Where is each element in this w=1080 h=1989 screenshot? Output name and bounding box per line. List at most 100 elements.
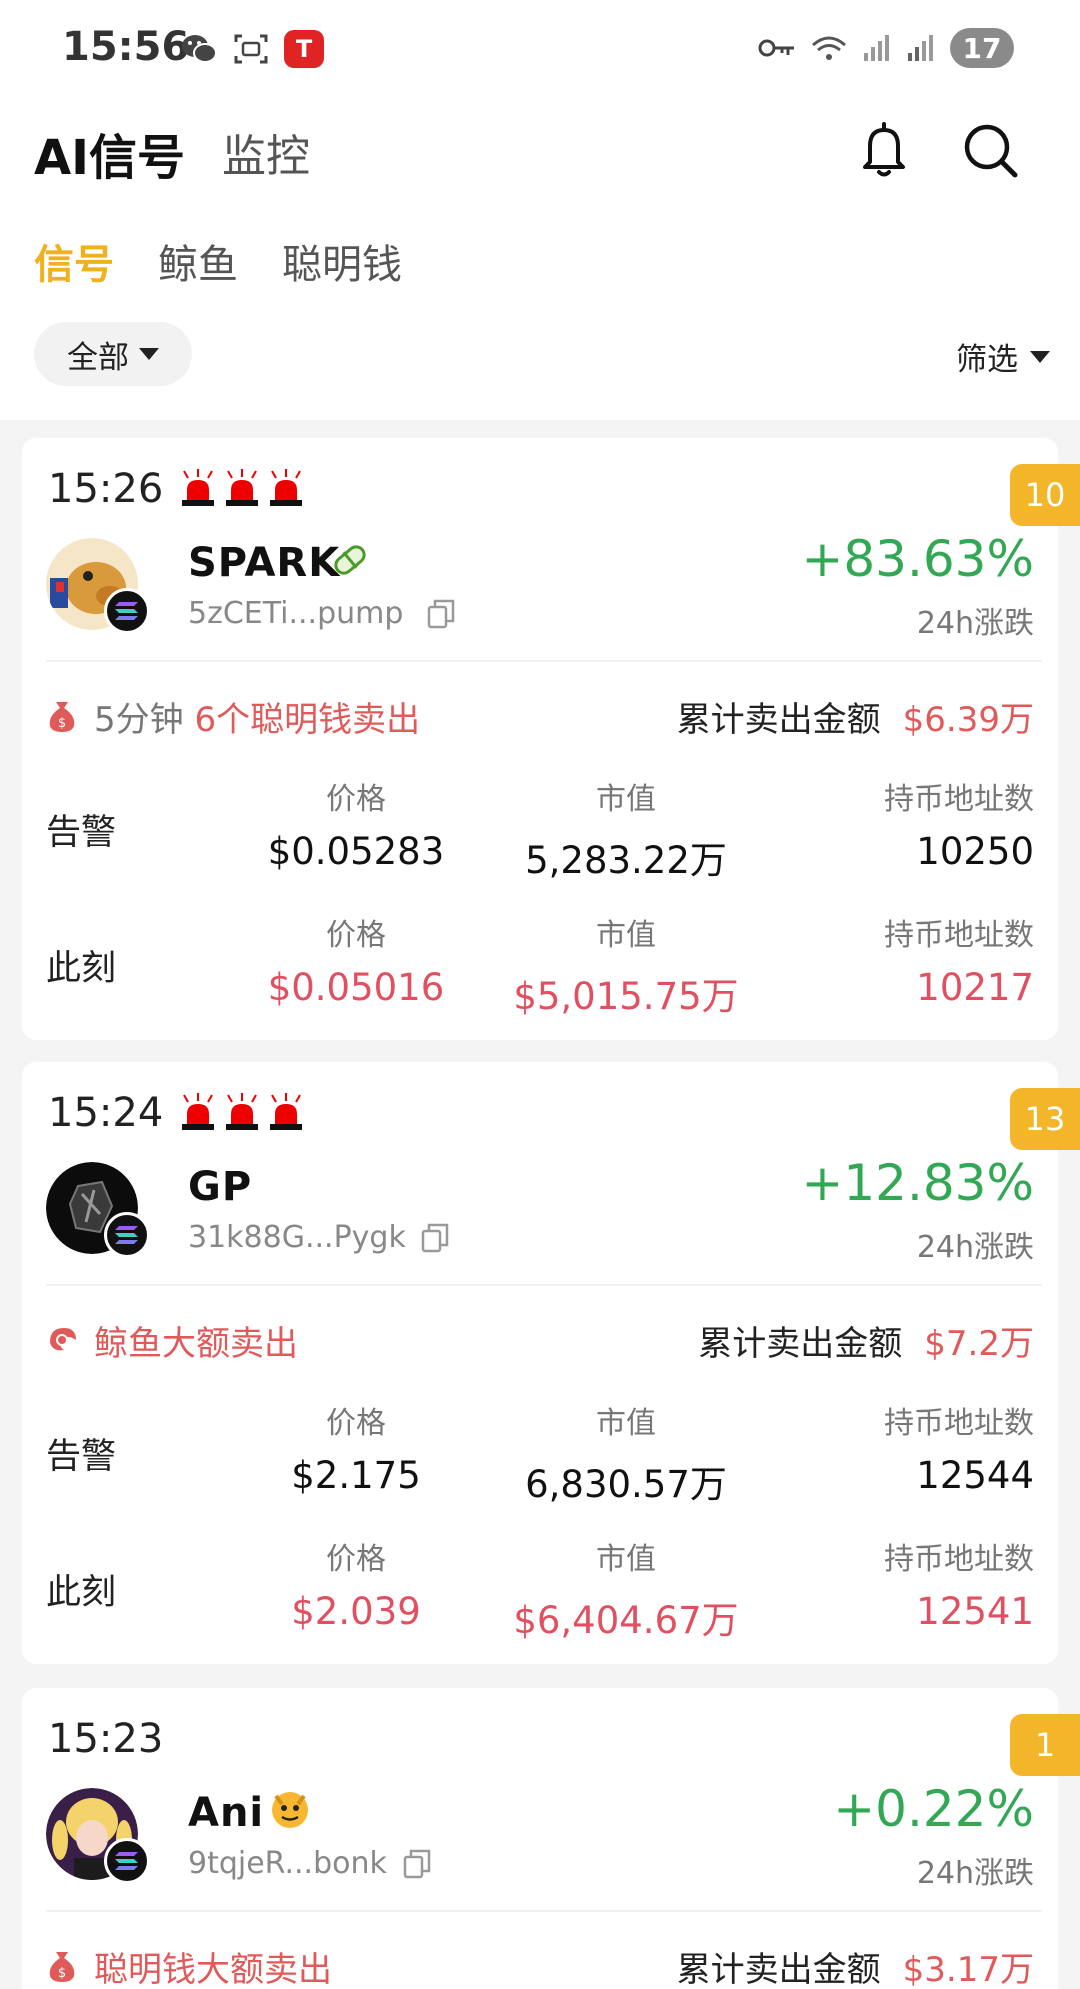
signal-time: 15:24	[48, 1090, 164, 1136]
now-mcap: 市值 $5,015.75万	[476, 910, 776, 1020]
caret-down-icon	[1030, 350, 1050, 363]
bell-icon[interactable]	[856, 120, 912, 180]
row-label-now: 此刻	[46, 949, 117, 989]
event-text: 鲸鱼大额卖出	[94, 1316, 298, 1365]
divider	[46, 1284, 1042, 1286]
alert-level	[178, 1092, 306, 1132]
change-label: 24h涨跌	[916, 1230, 1034, 1265]
svg-text:$: $	[58, 1966, 66, 1981]
svg-text:$: $	[58, 716, 66, 731]
now-holders: 持币地址数 10217	[884, 910, 1034, 1009]
holders-label: 持币地址数	[884, 782, 1034, 817]
copy-icon[interactable]	[426, 598, 456, 630]
signal-roaming-icon	[908, 35, 933, 61]
cumulative-sell-value: $7.2万	[924, 1324, 1034, 1364]
monitor-tab[interactable]: 监控	[222, 120, 310, 184]
cumulative-sell-value: $6.39万	[902, 700, 1034, 740]
alert-metrics-row: 告警 价格 $0.05283 市值 5,283.22万 持币地址数 10250	[46, 774, 1034, 882]
now-price: 价格 $0.05016	[206, 910, 506, 1009]
cumulative-sell-label: 累计卖出金额	[698, 1324, 903, 1364]
key-icon	[758, 39, 794, 57]
mcap-value: $6,404.67万	[513, 1599, 739, 1642]
price-value: $2.175	[291, 1454, 421, 1497]
price-change: +12.83%	[801, 1154, 1034, 1212]
mcap-label: 市值	[596, 782, 656, 817]
signal-card[interactable]: 15:26 10 SPARK 5zCETi...pump +83.63% 24h…	[22, 438, 1080, 1040]
now-mcap: 市值 $6,404.67万	[476, 1534, 776, 1644]
siren-icon	[226, 469, 258, 506]
mcap-label: 市值	[596, 1406, 656, 1441]
caret-down-icon	[139, 348, 159, 360]
price-value: $2.039	[291, 1590, 421, 1633]
solana-icon	[115, 1852, 138, 1870]
siren-icon	[182, 469, 214, 506]
event-text: 聪明钱大额卖出	[94, 1942, 332, 1989]
price-label: 价格	[326, 1406, 386, 1441]
holders-value: 12544	[916, 1454, 1034, 1497]
page-title[interactable]: AI信号	[34, 118, 185, 188]
token-name[interactable]: SPARK	[188, 540, 340, 586]
rank-badge: 10	[1010, 464, 1080, 526]
price-value: $0.05283	[267, 830, 445, 873]
token-name[interactable]: GP	[188, 1164, 252, 1210]
event-row: 鲸鱼大额卖出 累计卖出金额 $7.2万	[46, 1316, 1034, 1366]
alert-mcap: 市值 5,283.22万	[476, 774, 776, 884]
cumulative-sell-value: $3.17万	[902, 1950, 1034, 1989]
money-bag-icon: $	[49, 1952, 75, 1982]
rank-badge: 1	[1010, 1714, 1080, 1776]
solana-chain-badge	[104, 1212, 150, 1258]
tab-smart-money[interactable]: 聪明钱	[282, 232, 402, 290]
tab-signal[interactable]: 信号	[34, 232, 114, 290]
whale-icon	[50, 1328, 76, 1351]
signal-icon	[864, 35, 889, 61]
filter-label: 筛选	[956, 342, 1018, 378]
tab-whale[interactable]: 鲸鱼	[158, 232, 238, 290]
copy-icon[interactable]	[420, 1222, 450, 1254]
screenshot-icon	[234, 34, 268, 64]
change-label: 24h涨跌	[916, 606, 1034, 641]
search-icon[interactable]	[962, 120, 1020, 180]
signal-time: 15:26	[48, 466, 164, 512]
signal-time: 15:23	[48, 1716, 164, 1762]
event-timeframe: 5分钟	[94, 700, 184, 740]
now-holders: 持币地址数 12541	[884, 1534, 1034, 1633]
all-filter-dropdown[interactable]: 全部	[34, 322, 192, 386]
wechat-icon	[182, 35, 217, 63]
event-description: 聪明钱大额卖出	[94, 1950, 332, 1989]
cumulative-sell-label: 累计卖出金额	[676, 1950, 881, 1989]
pill-icon	[334, 545, 366, 575]
status-time: 15:56	[62, 24, 190, 70]
row-label-alert: 告警	[46, 1437, 117, 1477]
alert-price: 价格 $0.05283	[206, 774, 506, 873]
now-price: 价格 $2.039	[206, 1534, 506, 1633]
rank-badge: 13	[1010, 1088, 1080, 1150]
siren-icon	[270, 1093, 302, 1130]
solana-chain-badge	[104, 1838, 150, 1884]
filter-dropdown[interactable]: 筛选	[956, 334, 1050, 379]
token-address: 9tqjeR...bonk	[188, 1846, 387, 1881]
alert-price: 价格 $2.175	[206, 1398, 506, 1497]
holders-label: 持币地址数	[884, 918, 1034, 953]
mcap-value: $5,015.75万	[513, 975, 739, 1018]
token-name[interactable]: Ani	[188, 1790, 264, 1836]
holders-label: 持币地址数	[884, 1406, 1034, 1441]
event-description: 6个聪明钱卖出	[194, 700, 421, 740]
alert-holders: 持币地址数 12544	[884, 1398, 1034, 1497]
price-change: +83.63%	[801, 530, 1034, 588]
cumulative-sell-label: 累计卖出金额	[676, 700, 881, 740]
siren-icon	[182, 1093, 214, 1130]
solana-chain-badge	[104, 588, 150, 634]
copy-icon[interactable]	[402, 1848, 432, 1880]
alert-level	[178, 468, 306, 508]
mcap-value: 5,283.22万	[525, 839, 727, 882]
event-row: $ 聪明钱大额卖出 累计卖出金额 $3.17万	[46, 1942, 1034, 1989]
signal-card[interactable]: 15:24 13 GP 31k88G...Pygk +12.83% 24h涨跌	[22, 1062, 1080, 1664]
holders-value: 12541	[916, 1590, 1034, 1633]
price-label: 价格	[326, 782, 386, 817]
mcap-label: 市值	[596, 918, 656, 953]
signal-card[interactable]: 15:23 1 Ani 9tqjeR...bonk +0.22% 24h涨跌 $…	[22, 1688, 1080, 1989]
row-label-now: 此刻	[46, 1573, 117, 1613]
now-metrics-row: 此刻 价格 $2.039 市值 $6,404.67万 持币地址数 12541	[46, 1534, 1034, 1642]
alert-metrics-row: 告警 价格 $2.175 市值 6,830.57万 持币地址数 12544	[46, 1398, 1034, 1506]
wifi-icon	[812, 36, 846, 60]
